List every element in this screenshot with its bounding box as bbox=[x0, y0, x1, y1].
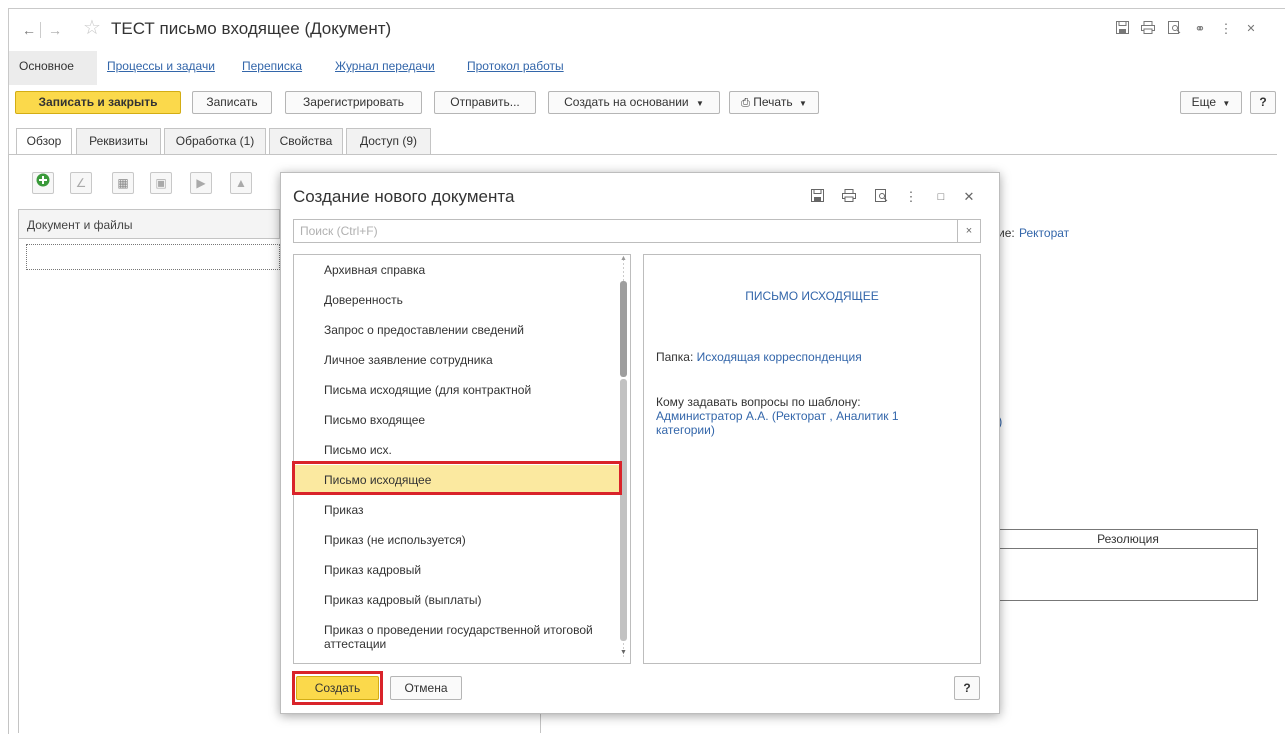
section-processes[interactable]: Процессы и задачи bbox=[107, 59, 215, 73]
add-icon[interactable] bbox=[32, 172, 54, 194]
section-correspondence[interactable]: Переписка bbox=[242, 59, 302, 73]
printer-icon[interactable] bbox=[1140, 21, 1156, 37]
clear-search-icon[interactable]: × bbox=[957, 220, 980, 242]
printer-icon[interactable] bbox=[841, 189, 857, 205]
preview-questions-link-1[interactable]: Администратор А.А. (Ректорат , Аналитик … bbox=[656, 409, 899, 423]
list-item[interactable]: Доверенность bbox=[294, 285, 620, 315]
tab-overview[interactable]: Обзор bbox=[16, 128, 72, 155]
list-item[interactable]: Письма исходящие (для контрактной bbox=[294, 375, 620, 405]
window-title: ТЕСТ письмо входящее (Документ) bbox=[111, 19, 392, 38]
section-transfer-log[interactable]: Журнал передачи bbox=[335, 59, 435, 73]
list-item[interactable]: Личное заявление сотрудника bbox=[294, 345, 620, 375]
list-item[interactable]: Приказ (не используется) bbox=[294, 525, 620, 555]
document-type-list: Архивная справка Доверенность Запрос о п… bbox=[293, 254, 631, 664]
dept-value-link[interactable]: Ректорат bbox=[1019, 226, 1069, 240]
resolution-table: Резолюция bbox=[998, 529, 1258, 601]
scroll-down-icon[interactable]: ▼ bbox=[620, 649, 627, 656]
files-table-header: Документ и файлы bbox=[18, 209, 280, 239]
preview-title: ПИСЬМО ИСХОДЯЩЕЕ bbox=[745, 289, 879, 303]
send-button[interactable]: Отправить... bbox=[434, 91, 536, 114]
cancel-button[interactable]: Отмена bbox=[390, 676, 462, 700]
close-icon[interactable]: ✕ bbox=[1243, 21, 1259, 37]
chevron-down-icon: ▼ bbox=[798, 99, 807, 108]
scroll-up-icon[interactable]: ▲ bbox=[620, 255, 627, 262]
selected-item-highlight bbox=[292, 461, 622, 495]
scan-icon[interactable]: ▲ bbox=[230, 172, 252, 194]
create-based-on-label: Создать на основании bbox=[564, 95, 689, 109]
tab-properties[interactable]: Свойства bbox=[269, 128, 343, 154]
list-item[interactable]: Приказ кадровый (выплаты) bbox=[294, 585, 620, 615]
search-input[interactable] bbox=[294, 220, 966, 242]
more-vertical-icon[interactable]: ⋮ bbox=[903, 189, 919, 205]
dept-label-suffix: ие: bbox=[998, 226, 1015, 240]
list-item[interactable]: Архивная справка bbox=[294, 255, 620, 285]
resolution-header: Резолюция bbox=[999, 530, 1257, 549]
preview-questions-label: Кому задавать вопросы по шаблону: bbox=[656, 395, 861, 409]
tab-access[interactable]: Доступ (9) bbox=[346, 128, 431, 154]
back-arrow-icon[interactable]: ← bbox=[19, 21, 39, 39]
create-button-highlight bbox=[292, 671, 383, 705]
save-disk-icon[interactable] bbox=[809, 189, 825, 205]
save-disk-icon[interactable] bbox=[1114, 21, 1130, 37]
list-item[interactable]: Письмо входящее bbox=[294, 405, 620, 435]
list-item[interactable]: Приказ bbox=[294, 495, 620, 525]
preview-folder-link[interactable]: Исходящая корреспонденция bbox=[697, 350, 862, 364]
tab-processing[interactable]: Обработка (1) bbox=[164, 128, 266, 154]
list-item[interactable]: Запрос о предоставлении сведений bbox=[294, 315, 620, 345]
list-scrollbar[interactable]: ▲ ▼ bbox=[620, 255, 628, 659]
nav-divider bbox=[40, 22, 41, 38]
preview-icon[interactable] bbox=[1166, 21, 1182, 37]
file-icon[interactable]: ▣ bbox=[150, 172, 172, 194]
print-label: Печать bbox=[753, 95, 793, 109]
files-table-body bbox=[18, 239, 280, 733]
search-box: × bbox=[293, 219, 981, 243]
preview-folder-label: Папка: bbox=[656, 350, 697, 364]
help-button[interactable]: ? bbox=[1250, 91, 1276, 114]
scrollbar-track-fill bbox=[620, 379, 627, 641]
move-icon[interactable]: ▶ bbox=[190, 172, 212, 194]
list-item[interactable]: Приказ о проведении государственной итог… bbox=[294, 617, 594, 657]
more-label: Еще bbox=[1191, 95, 1217, 109]
printer-icon: ⎙ bbox=[741, 97, 750, 109]
link-icon[interactable]: ⚭ bbox=[1192, 21, 1208, 37]
paste-icon[interactable]: ▦ bbox=[112, 172, 134, 194]
more-vertical-icon[interactable]: ⋮ bbox=[1218, 21, 1234, 37]
scrollbar-thumb[interactable] bbox=[620, 281, 627, 377]
close-icon[interactable]: ✕ bbox=[961, 189, 977, 205]
maximize-icon[interactable]: □ bbox=[933, 189, 949, 205]
files-column-label: Документ и файлы bbox=[27, 218, 133, 232]
list-item[interactable]: Приказ кадровый bbox=[294, 555, 620, 585]
template-preview: ПИСЬМО ИСХОДЯЩЕЕ Папка: Исходящая коррес… bbox=[643, 254, 981, 664]
section-main[interactable]: Основное bbox=[19, 59, 74, 73]
files-table-row[interactable] bbox=[26, 244, 280, 270]
create-based-on-button[interactable]: Создать на основании ▼ bbox=[548, 91, 720, 114]
tab-requisites[interactable]: Реквизиты bbox=[76, 128, 161, 154]
save-button[interactable]: Записать bbox=[192, 91, 272, 114]
more-button[interactable]: Еще ▼ bbox=[1180, 91, 1242, 114]
print-button[interactable]: ⎙ Печать ▼ bbox=[729, 91, 819, 114]
preview-questions-link-2[interactable]: категории) bbox=[656, 423, 715, 437]
register-button[interactable]: Зарегистрировать bbox=[285, 91, 422, 114]
preview-folder: Папка: Исходящая корреспонденция bbox=[656, 350, 862, 364]
dialog-title: Создание нового документа bbox=[293, 187, 515, 206]
save-and-close-button[interactable]: Записать и закрыть bbox=[15, 91, 181, 114]
title-bar: ← → ☆ ТЕСТ письмо входящее (Документ) ⚭ … bbox=[9, 9, 1285, 49]
favorite-star-icon[interactable]: ☆ bbox=[83, 18, 101, 38]
preview-icon[interactable] bbox=[873, 189, 889, 205]
section-work-log[interactable]: Протокол работы bbox=[467, 59, 564, 73]
forward-arrow-icon[interactable]: → bbox=[45, 21, 65, 39]
chevron-down-icon: ▼ bbox=[1222, 99, 1231, 108]
edit-icon[interactable]: ∠ bbox=[70, 172, 92, 194]
create-document-dialog: Создание нового документа ⋮ □ ✕ × Архивн… bbox=[280, 172, 1000, 714]
chevron-down-icon: ▼ bbox=[695, 99, 704, 108]
dialog-help-button[interactable]: ? bbox=[954, 676, 980, 700]
